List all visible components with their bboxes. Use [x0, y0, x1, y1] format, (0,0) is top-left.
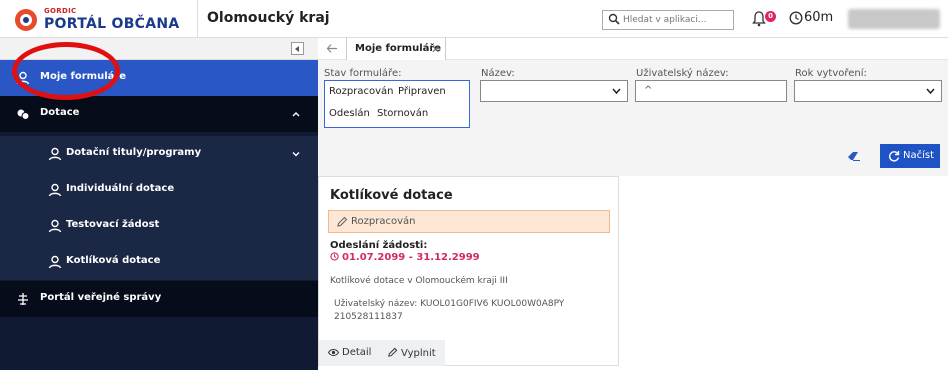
- status-multiselect[interactable]: Rozpracován Připraven Odeslán Stornován: [324, 80, 470, 128]
- card-actions: Detail Vyplnit: [319, 340, 445, 366]
- portal-logo[interactable]: GORDIC PORTÁL OBČANA: [14, 6, 196, 34]
- logo-mark-icon: [15, 9, 37, 31]
- status-filter-label: Stav formuláře:: [324, 68, 402, 79]
- sidebar-item-label: Dotace: [40, 107, 80, 118]
- tab-moje-formulare[interactable]: Moje formuláře ✕: [346, 38, 446, 60]
- emblem-icon: [18, 293, 28, 305]
- status-option[interactable]: Stornován: [377, 108, 428, 119]
- sidebar-item-portal-verejne-spravy[interactable]: Portál veřejné správy: [0, 281, 318, 317]
- username-value: ^: [644, 85, 653, 96]
- detail-button[interactable]: Detail: [327, 347, 372, 358]
- sidebar-item-dotace[interactable]: Dotace: [0, 96, 318, 132]
- fill-button[interactable]: Vyplnit: [387, 347, 436, 359]
- refresh-icon: [888, 151, 900, 162]
- sidebar-item-label: Kotlíková dotace: [66, 255, 161, 266]
- status-option[interactable]: Připraven: [398, 86, 446, 97]
- filter-panel: Stav formuláře: Rozpracován Připraven Od…: [318, 60, 948, 176]
- header-divider: [197, 0, 198, 38]
- chevron-down-icon: [612, 88, 621, 94]
- year-filter-label: Rok vytvoření:: [795, 68, 867, 79]
- sidebar-item-individualni-dotace[interactable]: Individuální dotace: [0, 172, 318, 208]
- logo-title: PORTÁL OBČANA: [44, 16, 180, 32]
- chevron-up-icon: [292, 112, 300, 117]
- status-badge: Rozpracován: [328, 210, 610, 233]
- user-icon: [48, 255, 62, 269]
- tab-label: Moje formuláře: [355, 43, 442, 54]
- eraser-icon[interactable]: [847, 151, 861, 161]
- red-annotation-ellipse: [12, 42, 120, 100]
- status-text: Rozpracován: [351, 216, 416, 227]
- sidebar-item-label: Testovací žádost: [66, 219, 160, 230]
- card-user-name: Uživatelský název: KUOL01G0FIV6 KUOL00W0…: [334, 299, 565, 322]
- logo-company: GORDIC: [44, 7, 77, 15]
- user-icon: [48, 147, 62, 161]
- detail-label: Detail: [342, 347, 372, 358]
- tab-bar: Moje formuláře ✕: [318, 38, 948, 60]
- year-select[interactable]: [794, 80, 942, 102]
- app-search[interactable]: [602, 10, 734, 30]
- notification-badge: 0: [765, 11, 776, 22]
- sidebar-item-label: Dotační tituly/programy: [66, 147, 202, 158]
- load-button-label: Načíst: [903, 150, 935, 161]
- status-option[interactable]: Odeslán: [329, 108, 370, 119]
- sidebar-item-kotlikova-dotace[interactable]: Kotlíková dotace: [0, 244, 318, 280]
- sidebar-item-label: Portál veřejné správy: [40, 292, 162, 303]
- card-title: Kotlíkové dotace: [330, 188, 453, 203]
- card-description: Kotlíkové dotace v Olomouckém kraji III: [330, 276, 508, 286]
- search-input[interactable]: [623, 13, 731, 27]
- top-header: GORDIC PORTÁL OBČANA Olomoucký kraj 0 60…: [0, 0, 948, 38]
- username-input[interactable]: ^: [635, 80, 787, 102]
- submission-heading: Odeslání žádosti:: [330, 240, 428, 251]
- coins-icon: [17, 109, 30, 120]
- status-option[interactable]: Rozpracován: [329, 86, 393, 97]
- session-timer: 60m: [804, 10, 834, 25]
- user-name-blurred[interactable]: [848, 9, 940, 29]
- bell-icon[interactable]: [752, 11, 766, 27]
- sidebar-item-label: Individuální dotace: [66, 183, 175, 194]
- name-filter-label: Název:: [481, 68, 515, 79]
- form-card: Kotlíkové dotace Rozpracován Odeslání žá…: [318, 176, 619, 366]
- organization-name: Olomoucký kraj: [207, 10, 330, 26]
- username-filter-label: Uživatelský název:: [636, 68, 729, 79]
- back-arrow-icon[interactable]: [326, 43, 338, 54]
- close-tab-icon[interactable]: ✕: [431, 43, 440, 56]
- sidebar-item-testovaci-zadost[interactable]: Testovací žádost: [0, 208, 318, 244]
- eye-icon: [327, 349, 340, 356]
- chevron-down-icon: [292, 152, 300, 157]
- fill-label: Vyplnit: [401, 348, 436, 359]
- user-icon: [48, 219, 62, 233]
- chevron-down-icon: [926, 88, 935, 94]
- pencil-icon: [388, 347, 398, 357]
- clock-icon: [330, 252, 339, 261]
- load-button[interactable]: Načíst: [880, 144, 940, 168]
- collapse-sidebar-button[interactable]: [291, 42, 304, 55]
- clock-icon: [789, 11, 803, 25]
- name-select[interactable]: [480, 80, 628, 102]
- pencil-icon: [337, 216, 348, 227]
- sidebar-item-dotacni-tituly[interactable]: Dotační tituly/programy: [0, 136, 318, 172]
- submission-date-range: 01.07.2099 - 31.12.2999: [330, 252, 480, 263]
- search-icon: [608, 13, 620, 25]
- user-icon: [48, 183, 62, 197]
- date-range-text: 01.07.2099 - 31.12.2999: [342, 252, 480, 263]
